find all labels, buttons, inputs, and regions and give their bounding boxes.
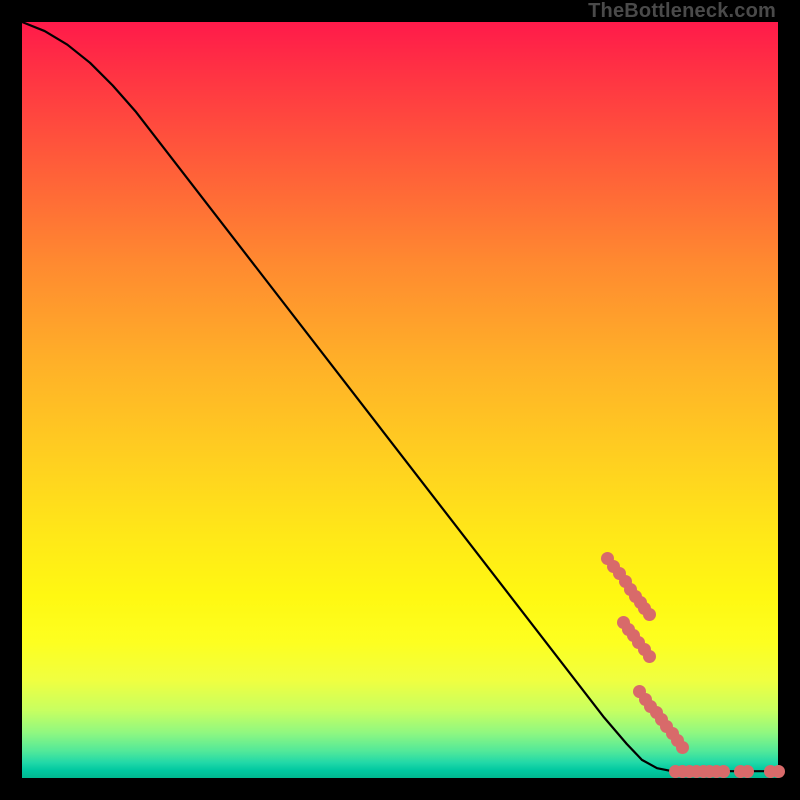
chart-point xyxy=(772,765,785,778)
watermark-text: TheBottleneck.com xyxy=(588,0,776,23)
chart-point xyxy=(643,650,656,663)
chart-curve xyxy=(22,22,778,778)
chart-point xyxy=(717,765,730,778)
chart-point xyxy=(676,741,689,754)
chart-container xyxy=(22,22,778,778)
chart-point xyxy=(741,765,754,778)
